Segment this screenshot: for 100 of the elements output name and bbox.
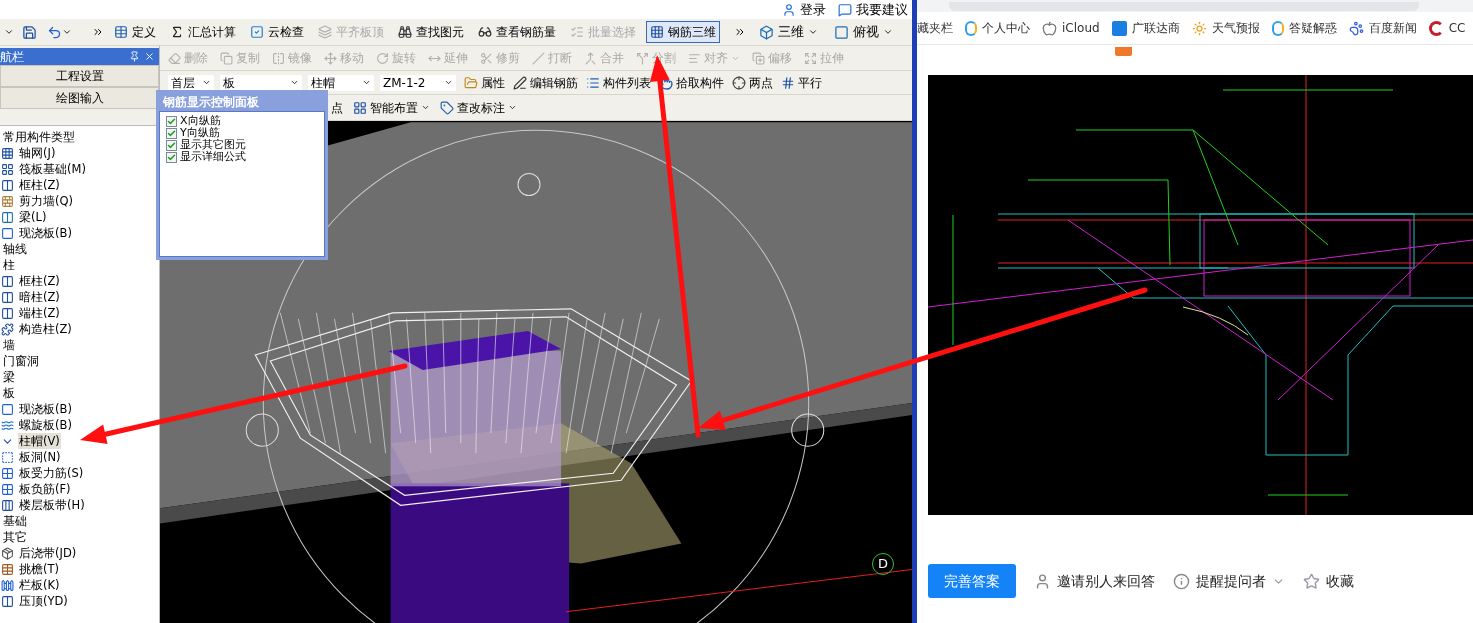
tree-category[interactable]: 门窗洞 (0, 353, 39, 369)
checkbox[interactable] (166, 115, 177, 127)
tree-category[interactable]: 墙 (0, 337, 15, 353)
toolbar-button[interactable]: 钢筋三维 (646, 21, 720, 43)
tool-button[interactable]: 构件列表 (586, 73, 651, 92)
tree-item[interactable]: 压顶(YD) (18, 593, 69, 609)
bookmark-link[interactable]: 个人中心 (965, 19, 1030, 37)
tree-item[interactable]: 框柱(Z) (18, 273, 61, 289)
move-icon (324, 51, 337, 65)
grid-icon (1, 146, 14, 160)
select-field[interactable]: 板 (220, 74, 302, 91)
bookmark-link[interactable]: 答疑解惑 (1271, 19, 1337, 37)
tree-item[interactable]: 柱帽(V) (18, 433, 61, 449)
grid-icon (650, 25, 664, 39)
tree-item[interactable]: 暗柱(Z) (18, 289, 61, 305)
bookmark-link[interactable]: 藏夹栏 (917, 19, 953, 37)
tree-item[interactable]: 轴网(J) (18, 145, 57, 161)
bookmark-link[interactable]: 广联达商 (1111, 19, 1180, 37)
bookmark-link[interactable]: iCloud (1042, 19, 1100, 37)
checkbox-label: X向纵筋 (180, 115, 221, 127)
column-icon (1, 178, 14, 192)
caret-icon (202, 78, 211, 87)
tree-item[interactable]: 梁(L) (18, 209, 48, 225)
eraser-icon (168, 51, 181, 65)
tree-category[interactable]: 其它 (0, 529, 27, 545)
tree-item[interactable]: 板洞(N) (18, 449, 62, 465)
table-icon (114, 25, 128, 39)
tool-button[interactable]: 查改标注 (440, 98, 517, 117)
glasses-icon (478, 25, 492, 39)
close-icon[interactable] (144, 51, 155, 62)
tree-category[interactable]: 轴线 (0, 241, 27, 257)
copy-icon (220, 51, 233, 65)
checkbox[interactable] (166, 151, 177, 163)
tool-button[interactable]: 编辑钢筋 (513, 73, 578, 92)
select-field[interactable]: 柱帽 (308, 74, 374, 91)
tree-item[interactable]: 板负筋(F) (18, 481, 72, 497)
tree-item[interactable]: 后浇带(JD) (18, 545, 78, 561)
bookmark-link[interactable]: 百度新闻 (1348, 19, 1417, 37)
tool-button[interactable]: 平行 (781, 73, 822, 92)
rotate-icon (376, 51, 389, 65)
tool-button[interactable]: 点 (331, 98, 343, 117)
pin-icon[interactable] (129, 51, 140, 62)
tree-category[interactable]: 常用构件类型 (0, 129, 75, 145)
header-link[interactable]: 我要建议 (838, 0, 908, 20)
favicon-icon (1271, 20, 1284, 36)
action-link[interactable]: 收藏 (1303, 570, 1354, 592)
apple-icon (1042, 20, 1057, 36)
caret-icon (362, 78, 371, 87)
bookmark-link[interactable]: CC (1428, 19, 1466, 37)
tool-button[interactable]: 智能布置 (353, 98, 430, 117)
slash-icon (532, 51, 545, 65)
tree-category[interactable]: 基础 (0, 513, 27, 529)
tree-item[interactable]: 挑檐(T) (18, 561, 60, 577)
toolbar-button[interactable]: 云检查 (246, 21, 308, 43)
select-field[interactable]: ZM-1-2 (380, 74, 456, 91)
toolbar-button[interactable]: 查找图元 (394, 21, 468, 43)
tree-item[interactable]: 剪力墙(Q) (18, 193, 75, 209)
bookmark-link[interactable]: 天气预报 (1191, 19, 1260, 37)
band-icon (1, 498, 14, 512)
view-dropdown[interactable]: 三维 (756, 22, 821, 42)
checkbox-icon (250, 25, 264, 39)
tree-item[interactable]: 现浇板(B) (18, 401, 73, 417)
tree-item[interactable]: 端柱(Z) (18, 305, 61, 321)
view-dropdown[interactable]: 俯视 (831, 22, 896, 42)
favicon-icon (1111, 20, 1127, 36)
tree-item[interactable]: 板受力筋(S) (18, 465, 85, 481)
stretch-icon (804, 51, 817, 65)
select-field[interactable]: 首层 (168, 74, 214, 91)
square-icon (834, 24, 849, 40)
nav-button[interactable]: 工程设置 (0, 65, 159, 87)
binoculars-icon (398, 25, 412, 39)
toolbar-button[interactable]: 定义 (110, 21, 160, 43)
action-link[interactable]: 邀请别人来回答 (1034, 570, 1155, 592)
tool-button[interactable]: 两点 (732, 73, 773, 92)
tree-item[interactable]: 楼层板带(H) (18, 497, 86, 513)
paw-icon (1348, 20, 1364, 36)
slab-icon (1, 226, 14, 240)
tree-item[interactable]: 栏板(K) (18, 577, 61, 593)
tree-category[interactable]: 板 (0, 385, 15, 401)
column-icon (1, 290, 14, 304)
nav-button[interactable]: 绘图输入 (0, 87, 159, 109)
overflow-icon (734, 26, 746, 38)
header-link[interactable]: 登录 (782, 0, 826, 20)
tree-item[interactable]: 现浇板(B) (18, 225, 73, 241)
tree-category[interactable]: 柱 (0, 257, 15, 273)
checkbox[interactable] (166, 139, 177, 151)
tool-button[interactable]: 属性 (464, 73, 505, 92)
toolbar-button[interactable]: 查看钢筋量 (474, 21, 560, 43)
grid-icon (1, 162, 14, 176)
tree-category[interactable]: 梁 (0, 369, 15, 385)
toolbar-button[interactable]: 汇总计算 (166, 21, 240, 43)
action-link[interactable]: 提醒提问者 (1173, 570, 1285, 592)
tree-item[interactable]: 筏板基础(M) (18, 161, 87, 177)
merge-icon (584, 51, 597, 65)
tree-item[interactable]: 螺旋板(B) (18, 417, 73, 433)
tree-item[interactable]: 构造柱(Z) (18, 321, 73, 337)
checkbox[interactable] (166, 127, 177, 139)
checkbox-label: Y向纵筋 (180, 127, 220, 139)
primary-button[interactable]: 完善答案 (928, 564, 1016, 598)
tree-item[interactable]: 框柱(Z) (18, 177, 61, 193)
